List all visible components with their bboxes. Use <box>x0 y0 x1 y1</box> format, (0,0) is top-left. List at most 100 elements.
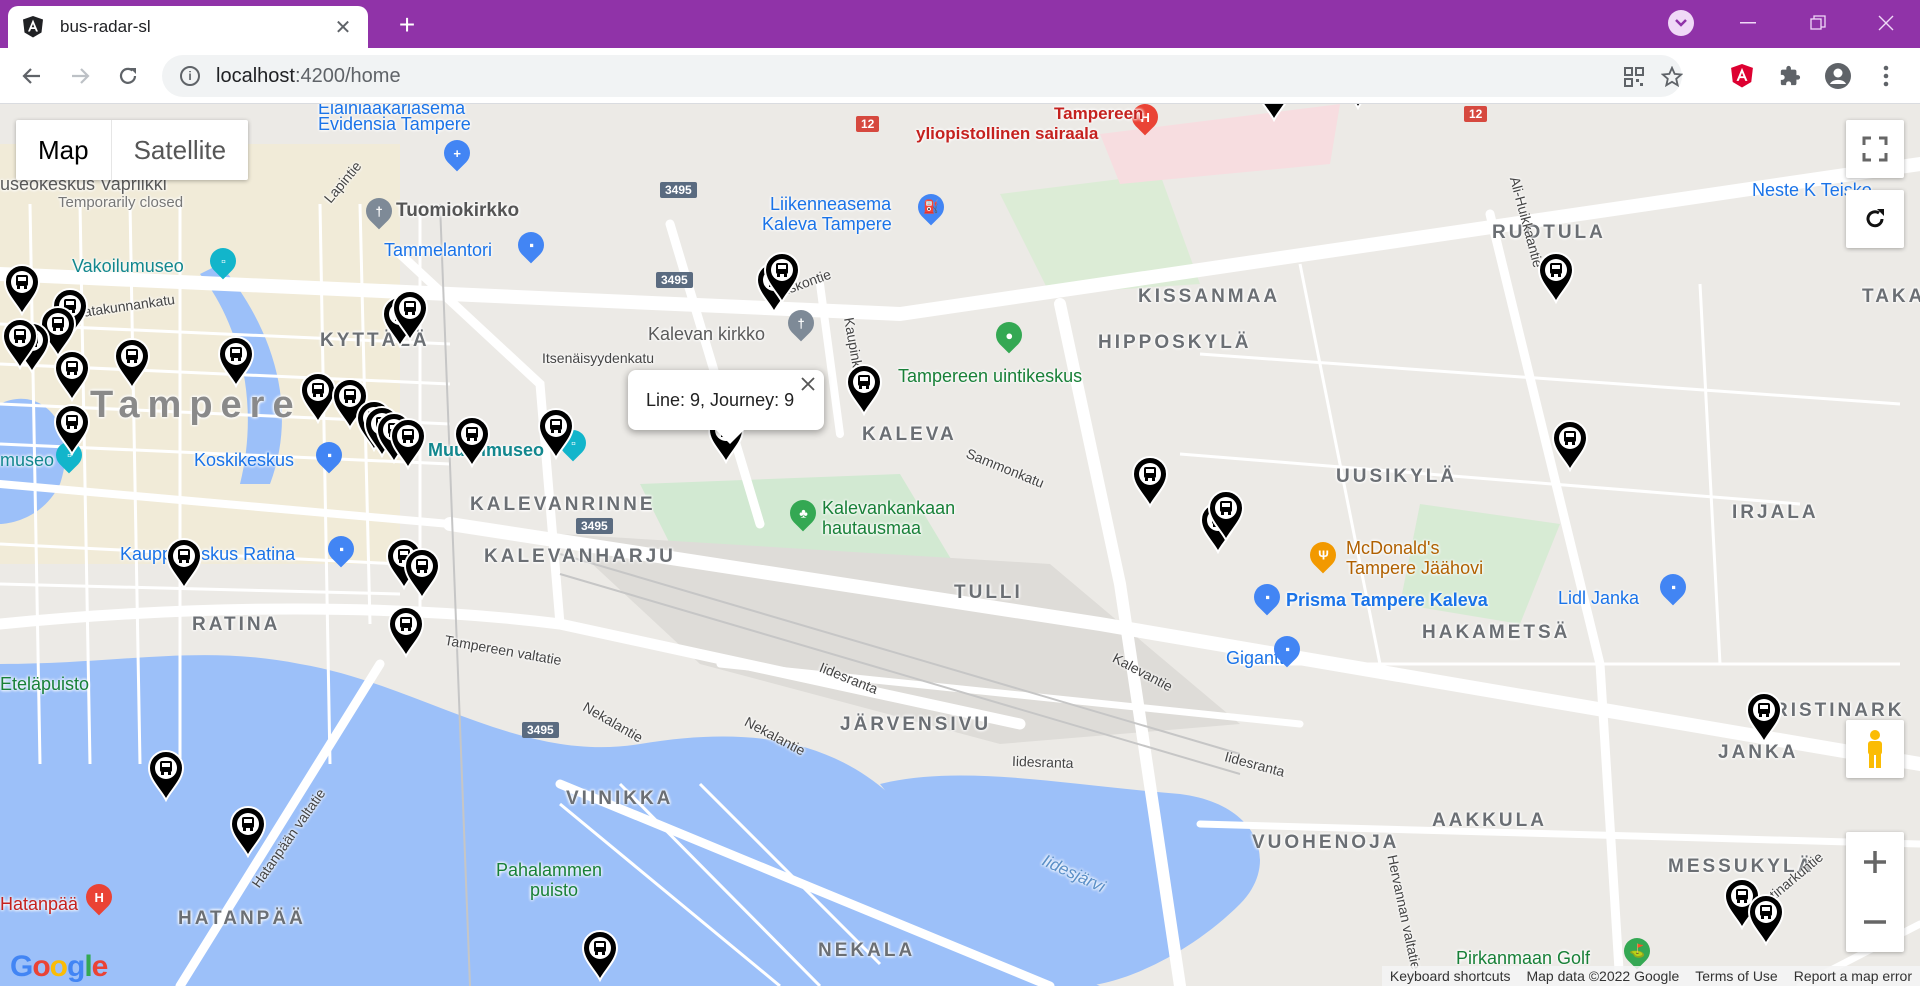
bus-marker[interactable] <box>1207 490 1245 542</box>
refresh-button[interactable] <box>1846 190 1904 248</box>
bus-marker[interactable] <box>53 404 91 456</box>
reload-icon[interactable] <box>112 60 144 92</box>
poi-label: Evidensia Tampere <box>318 114 471 134</box>
restore-icon[interactable] <box>1806 8 1830 38</box>
bus-marker[interactable] <box>53 350 91 402</box>
browser-toolbar: i localhost :4200/home <box>0 48 1920 104</box>
poi-label: Kaleva Tampere <box>762 214 892 234</box>
bus-marker[interactable] <box>403 548 441 600</box>
bus-marker[interactable] <box>389 418 427 470</box>
zoom-out-button[interactable] <box>1846 892 1904 952</box>
minimize-icon[interactable] <box>1736 8 1760 38</box>
bus-marker[interactable] <box>1131 456 1169 508</box>
poi-label: Tammelantori <box>384 240 493 260</box>
bus-marker[interactable] <box>147 750 185 802</box>
poi-label: Kalevan kirkko <box>648 324 766 344</box>
angular-devtools-icon[interactable] <box>1726 60 1758 92</box>
district-label: RUOTULA <box>1492 222 1606 243</box>
bus-marker[interactable] <box>387 606 425 658</box>
bus-marker[interactable] <box>3 264 41 316</box>
road-shield: 12 <box>1464 106 1488 122</box>
district-label: RISTINARK <box>1774 700 1905 721</box>
url-host: localhost <box>216 64 295 87</box>
bus-marker[interactable] <box>453 416 491 468</box>
street-view-pegman[interactable] <box>1846 720 1904 778</box>
poi-label: Liikenneasema <box>770 194 892 214</box>
extensions-icon[interactable] <box>1774 60 1806 92</box>
bus-marker[interactable] <box>1747 894 1785 946</box>
bus-marker[interactable] <box>763 252 801 304</box>
poi-label: Tampereen uintikeskus <box>898 366 1083 386</box>
district-label: HIPPOSKYLÄ <box>1098 332 1252 353</box>
bus-marker[interactable] <box>845 364 883 416</box>
bus-marker[interactable] <box>581 930 619 982</box>
report-error-link[interactable]: Report a map error <box>1786 966 1920 986</box>
poi-label: Hatanpää <box>0 894 79 914</box>
refresh-icon <box>1866 209 1884 228</box>
bus-marker[interactable] <box>391 290 429 342</box>
forward-icon[interactable] <box>64 60 96 92</box>
poi-label: Tampereen <box>1054 104 1144 123</box>
map-data-text: Map data ©2022 Google <box>1526 968 1680 984</box>
tab-close-icon[interactable]: ✕ <box>332 16 354 39</box>
district-label: VUOHENOJA <box>1252 832 1400 853</box>
road-shield: 3495 <box>522 722 559 738</box>
bookmark-star-icon[interactable] <box>1660 65 1684 89</box>
bus-marker[interactable] <box>1537 252 1575 304</box>
google-logo[interactable]: Google <box>10 950 108 984</box>
district-label: RATINA <box>192 614 281 635</box>
bus-marker[interactable] <box>537 408 575 460</box>
bus-marker[interactable] <box>1551 420 1589 472</box>
info-window-text: Line: 9, Journey: 9 <box>646 389 795 410</box>
poi-label: Koskikeskus <box>194 450 295 470</box>
map-type-map-button[interactable]: Map <box>16 120 112 180</box>
road-shield: 3495 <box>576 518 613 534</box>
browser-titlebar: bus-radar-sl ✕ + <box>0 0 1920 48</box>
bus-marker[interactable] <box>1339 104 1377 110</box>
poi-label: Kauppakeskus Ratina <box>120 544 296 564</box>
district-label: KALEVANHARJU <box>484 546 676 567</box>
district-label: JÄRVENSIVU <box>840 714 992 735</box>
url-path: :4200/home <box>294 64 401 87</box>
zoom-in-button[interactable] <box>1846 832 1904 892</box>
poi-label: Pahalammen <box>496 860 603 880</box>
poi-label: McDonald's <box>1346 538 1440 558</box>
poi-label: Tampere Jäähovi <box>1346 558 1484 578</box>
keyboard-shortcuts-link[interactable]: Keyboard shortcuts <box>1382 966 1519 986</box>
city-label: Tampere <box>90 384 302 426</box>
map-canvas[interactable]: Tampere KYTTÄLÄ KALEVANRINNE KALEVANHARJ… <box>0 104 1920 986</box>
district-label: IRJALA <box>1732 502 1819 523</box>
road-label: Itsenäisyydenkatu <box>542 350 655 366</box>
bus-marker[interactable] <box>1255 104 1293 122</box>
road-shield: 12 <box>856 116 880 132</box>
new-tab-button[interactable]: + <box>392 9 422 40</box>
qr-code-icon[interactable] <box>1622 65 1646 89</box>
fullscreen-button[interactable] <box>1846 120 1904 178</box>
address-bar[interactable]: i localhost :4200/home <box>162 55 1684 97</box>
poi-label: Eteläpuisto <box>0 674 90 694</box>
browser-tab[interactable]: bus-radar-sl ✕ <box>8 6 368 48</box>
district-label: HATANPÄÄ <box>178 908 306 929</box>
district-label: KALEVANRINNE <box>470 494 656 515</box>
district-label: HAKAMETSÄ <box>1422 622 1571 643</box>
back-icon[interactable] <box>16 60 48 92</box>
bus-marker[interactable] <box>113 338 151 390</box>
minus-icon <box>1864 920 1886 924</box>
close-window-icon[interactable] <box>1874 8 1898 38</box>
menu-kebab-icon[interactable] <box>1870 60 1902 92</box>
poi-label: Lidl Janka <box>1558 588 1640 608</box>
terms-link[interactable]: Terms of Use <box>1687 966 1785 986</box>
bus-marker[interactable] <box>1745 692 1783 744</box>
site-info-icon[interactable]: i <box>180 66 200 86</box>
bus-marker[interactable] <box>229 806 267 858</box>
map-type-satellite-button[interactable]: Satellite <box>112 120 249 180</box>
poi-label: Temporarily closed <box>58 194 184 211</box>
tab-title: bus-radar-sl <box>60 17 151 36</box>
info-window-close-icon[interactable] <box>800 376 816 392</box>
profile-avatar-icon[interactable] <box>1822 60 1854 92</box>
bus-marker[interactable] <box>165 538 203 590</box>
bus-marker[interactable] <box>1 318 39 370</box>
tab-search-icon[interactable] <box>1668 10 1694 36</box>
bus-marker[interactable] <box>217 336 255 388</box>
district-label: KISSANMAA <box>1138 286 1281 307</box>
